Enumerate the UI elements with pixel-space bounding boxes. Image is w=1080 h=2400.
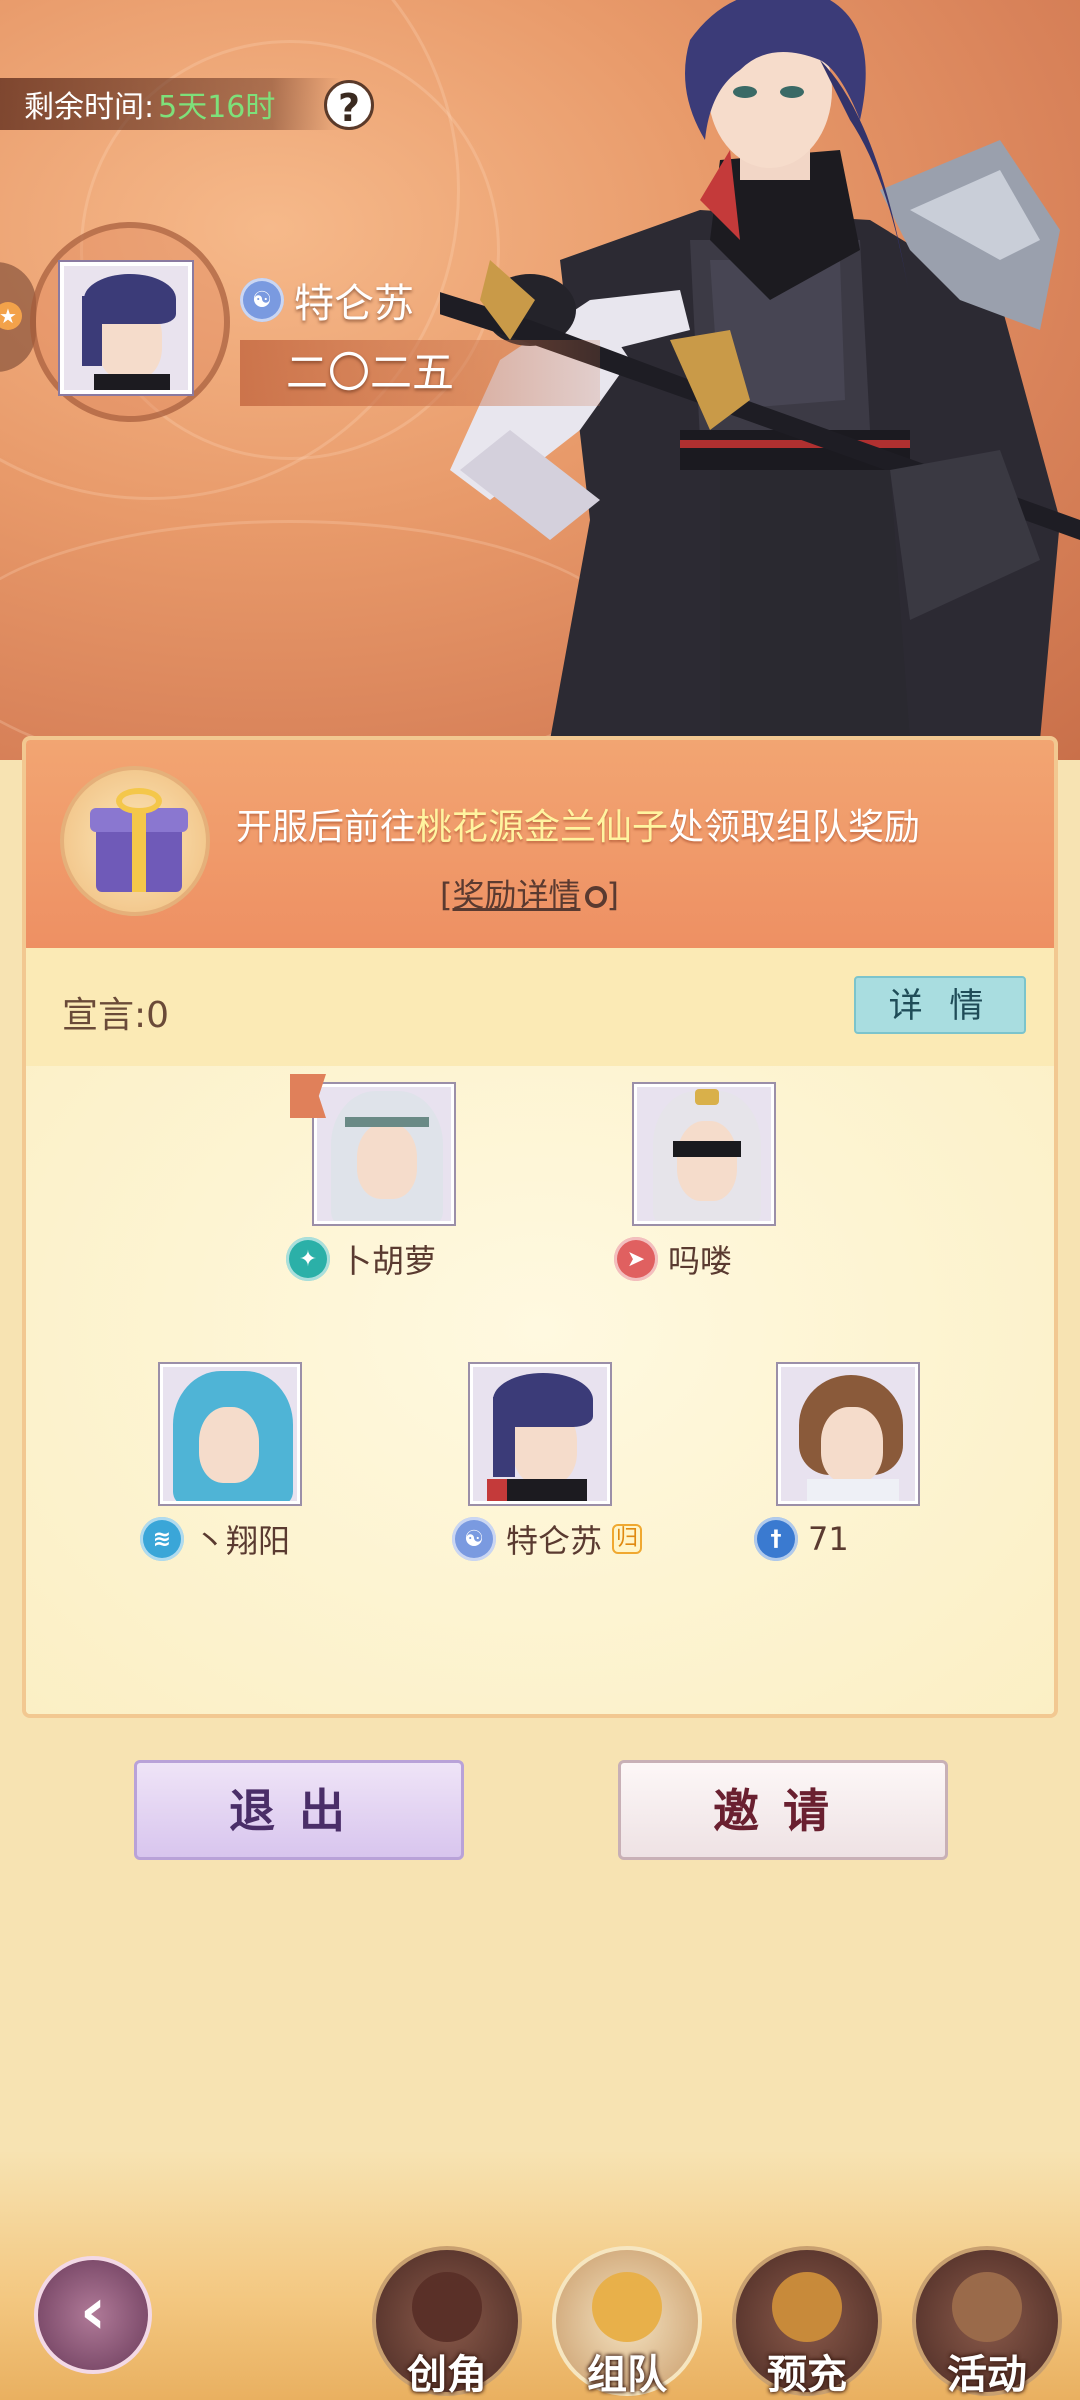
character-icon [412, 2272, 482, 2342]
member-avatar [778, 1364, 918, 1504]
nav-label: 活动 [947, 2352, 1027, 2398]
member-name: 吗喽 [668, 1242, 733, 1280]
reward-banner-text: 开服后前往桃花源金兰仙子处领取组队奖励 [236, 798, 920, 850]
team-name: 二〇二五 [240, 340, 600, 406]
nav-label: 预充 [767, 2352, 847, 2398]
back-arrow-icon: ‹ [79, 2275, 107, 2349]
sect-icon: ➤ [614, 1237, 658, 1281]
member-card[interactable]: † 71 [734, 1364, 954, 1564]
leader-portrait [64, 266, 188, 390]
sect-icon: ☯ [452, 1517, 496, 1561]
help-icon[interactable]: ? [324, 80, 374, 130]
nav-label: 创角 [407, 2352, 487, 2398]
hero-banner: 剩余时间: 5天16时 ? ★ ☯ 特仑苏 二〇二五 [0, 0, 1080, 760]
member-card[interactable]: ➤ 吗喽 [590, 1084, 810, 1284]
reward-text-suffix: 处领取组队奖励 [668, 807, 921, 848]
leader-name-row: ☯ 特仑苏 [240, 272, 414, 328]
sect-icon: ≋ [140, 1517, 184, 1561]
member-card[interactable]: ≋ 丶翔阳 [116, 1364, 336, 1564]
back-button[interactable]: ‹ [34, 2256, 152, 2374]
member-avatar [160, 1364, 300, 1504]
reward-details-label: [奖励详情 [440, 876, 581, 914]
money-bag-icon [772, 2272, 842, 2342]
team-panel: 开服后前往桃花源金兰仙子处领取组队奖励 [奖励详情] 宣言:0 详 情 ✦ 卜胡… [22, 736, 1058, 1718]
declaration-label: 宣言:0 [62, 995, 170, 1036]
sect-icon: ✦ [286, 1237, 330, 1281]
member-name: 特仑苏 [506, 1522, 603, 1560]
remaining-time-value: 5天16时 [158, 90, 276, 125]
reward-text-prefix: 开服后前往 [236, 807, 417, 848]
exit-team-button[interactable]: 退出 [134, 1760, 464, 1860]
gift-box-icon[interactable] [60, 766, 210, 916]
nav-precharge[interactable]: 预充 [732, 2246, 882, 2400]
member-name: 丶翔阳 [194, 1522, 291, 1560]
declaration-row: 宣言:0 详 情 [26, 948, 1054, 1066]
member-name: 71 [808, 1520, 849, 1558]
details-button[interactable]: 详 情 [854, 976, 1026, 1034]
reward-banner: 开服后前往桃花源金兰仙子处领取组队奖励 [奖励详情] [26, 740, 1054, 948]
nav-team[interactable]: 组队 [552, 2246, 702, 2400]
nav-activity[interactable]: 活动 [912, 2246, 1062, 2400]
sect-icon: † [754, 1517, 798, 1561]
member-grid: ✦ 卜胡萝 ➤ 吗喽 ≋ 丶翔阳 ☯ 特仑苏 归 † 71 [26, 1066, 1054, 1714]
member-card[interactable]: ✦ 卜胡萝 [270, 1074, 490, 1284]
nav-create-character[interactable]: 创角 [372, 2246, 522, 2400]
member-avatar [634, 1084, 774, 1224]
magnifier-icon [584, 886, 607, 908]
reward-details-link[interactable]: [奖励详情] [440, 870, 619, 916]
team-fist-icon [592, 2272, 662, 2342]
nav-label: 组队 [587, 2352, 667, 2398]
member-avatar [314, 1084, 454, 1224]
invite-button[interactable]: 邀请 [618, 1760, 948, 1860]
remaining-time-label: 剩余时间: [24, 90, 155, 125]
leader-name: 特仑苏 [294, 281, 414, 327]
reward-npc-name: 桃花源金兰仙子 [416, 807, 669, 848]
member-avatar [470, 1364, 610, 1504]
remaining-time-bar: 剩余时间: 5天16时 [0, 78, 340, 130]
side-tab-icon: ★ [0, 302, 22, 330]
activity-fist-icon [952, 2272, 1022, 2342]
member-name: 卜胡萝 [340, 1242, 437, 1280]
sect-icon: ☯ [240, 278, 284, 322]
returning-player-badge: 归 [612, 1524, 643, 1554]
leader-avatar [60, 262, 192, 394]
member-card[interactable]: ☯ 特仑苏 归 [426, 1364, 646, 1564]
